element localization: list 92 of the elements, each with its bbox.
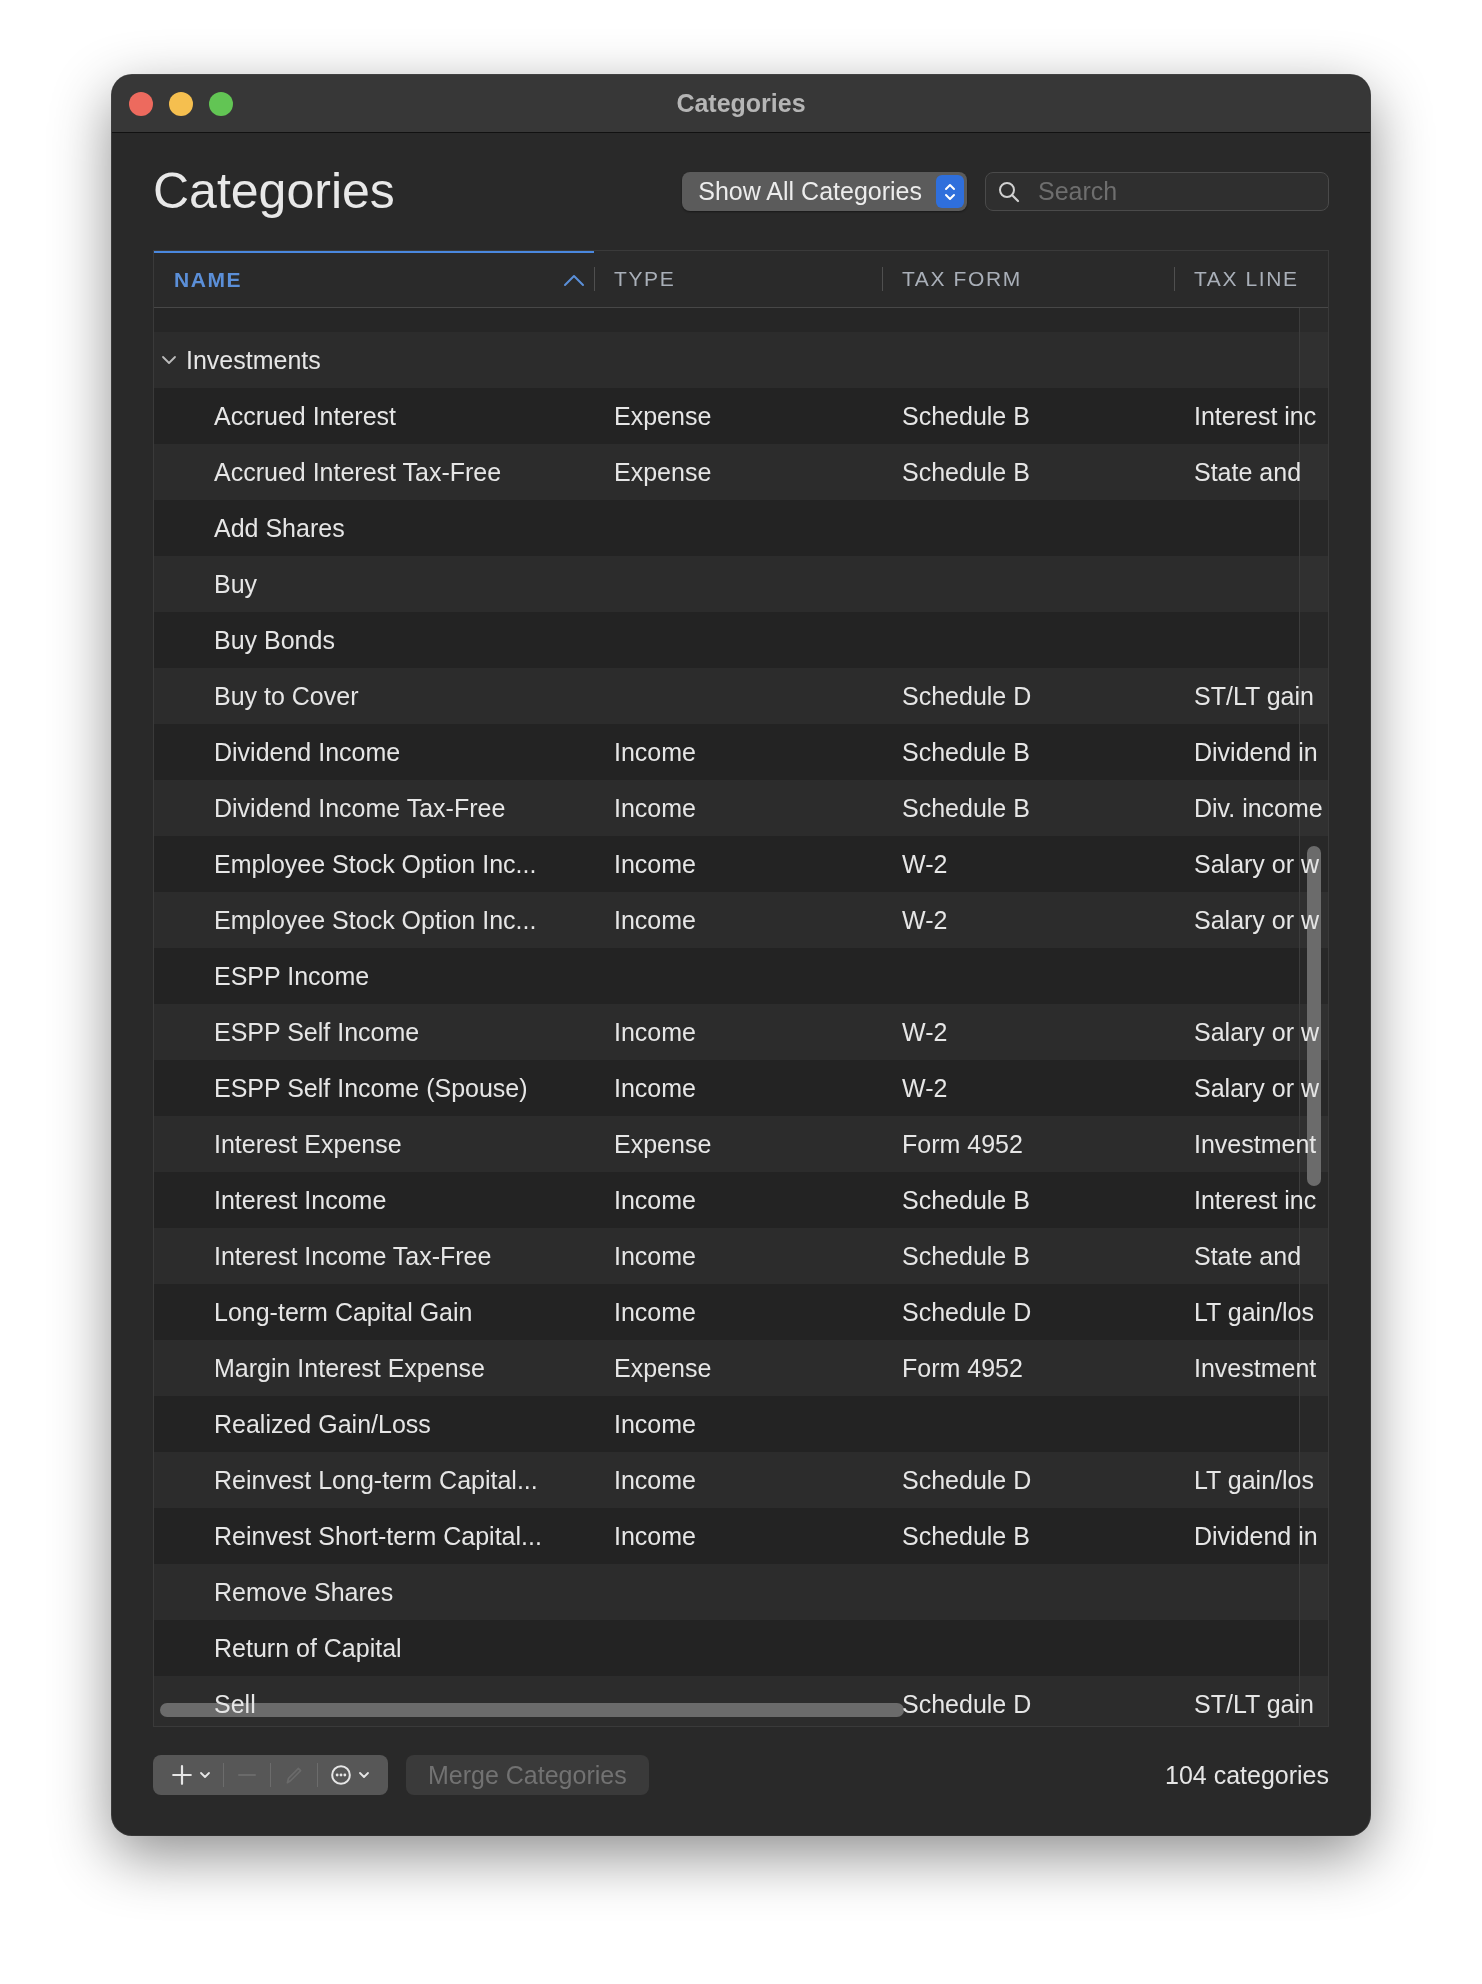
table-cell: Schedule B (902, 1241, 1030, 1271)
table-cell: LT gain/los (1194, 1297, 1314, 1327)
table-cell: Income (614, 905, 696, 935)
table-cell: Schedule B (902, 401, 1030, 431)
table-cell: Income (614, 1521, 696, 1551)
table-cell: W-2 (902, 1073, 948, 1103)
chevron-down-icon (199, 1769, 211, 1781)
category-name[interactable]: Interest Income (214, 1185, 387, 1215)
table-cell: Schedule D (902, 681, 1032, 711)
category-name[interactable]: Return of Capital (214, 1633, 402, 1663)
close-button[interactable] (129, 91, 153, 116)
sort-ascending-icon (562, 272, 586, 288)
category-name[interactable]: Accrued Interest Tax-Free (214, 457, 502, 487)
table-cell: Interest inc (1194, 1185, 1317, 1215)
window-title: Categories (676, 89, 806, 118)
minimize-button[interactable] (169, 91, 193, 116)
category-name[interactable]: Accrued Interest (214, 401, 397, 431)
table-cell: W-2 (902, 1017, 948, 1047)
category-name[interactable]: Sell (214, 1689, 256, 1719)
category-name[interactable]: Buy Bonds (214, 625, 335, 655)
table-cell: Salary or w (1194, 1017, 1320, 1047)
category-name[interactable]: Buy (214, 569, 258, 599)
table-cell: State and (1194, 1241, 1302, 1271)
table-cell: Income (614, 1073, 696, 1103)
table-cell: W-2 (902, 849, 948, 879)
group-name[interactable]: Investments (186, 345, 321, 375)
category-name[interactable]: Long-term Capital Gain (214, 1297, 473, 1327)
category-name[interactable]: ESPP Self Income (Spouse) (214, 1073, 528, 1103)
table-cell: Form 4952 (902, 1353, 1023, 1383)
search-field[interactable]: Search (985, 172, 1329, 211)
category-count: 104 categories (1165, 1760, 1329, 1790)
table-cell: Expense (614, 1353, 712, 1383)
zoom-button[interactable] (209, 91, 233, 116)
table-cell: Investment (1194, 1353, 1317, 1383)
table-cell: Salary or w (1194, 1073, 1320, 1103)
table-cell: Div. income (1194, 793, 1323, 823)
table-cell: Investment (1194, 1129, 1317, 1159)
column-header[interactable]: TAX FORM (882, 251, 1174, 307)
table-cell: Interest inc (1194, 401, 1317, 431)
table-cell: Income (614, 737, 696, 767)
table-cell: Income (614, 1017, 696, 1047)
table-cell: Expense (614, 401, 712, 431)
table-cell: Income (614, 1465, 696, 1495)
category-name[interactable]: Realized Gain/Loss (214, 1409, 431, 1439)
table-cell: Income (614, 793, 696, 823)
table-cell: W-2 (902, 905, 948, 935)
table-cell: Expense (614, 1129, 712, 1159)
table-cell: Schedule D (902, 1465, 1032, 1495)
table-cell: Schedule B (902, 1521, 1030, 1551)
table-cell: State and (1194, 457, 1302, 487)
search-icon (997, 180, 1021, 204)
category-name[interactable]: Employee Stock Option Inc... (214, 905, 537, 935)
table-cell: LT gain/los (1194, 1465, 1314, 1495)
category-name[interactable]: ESPP Self Income (214, 1017, 420, 1047)
table-cell: ST/LT gain (1194, 681, 1314, 711)
filter-popup[interactable]: Show All Categories (682, 172, 967, 211)
column-header[interactable]: TYPE (594, 251, 882, 307)
table-cell: ST/LT gain (1194, 1689, 1314, 1719)
category-name[interactable]: ESPP Income (214, 961, 370, 991)
table-cell: Income (614, 1241, 696, 1271)
table-cell: Expense (614, 457, 712, 487)
table-cell: Schedule D (902, 1297, 1032, 1327)
table-cell: Schedule B (902, 737, 1030, 767)
column-header[interactable]: TAX LINE (1174, 251, 1328, 307)
ellipsis-circle-icon (330, 1764, 352, 1786)
table-cell: Salary or w (1194, 849, 1320, 879)
page-heading: Categories (153, 161, 396, 220)
table-cell: Dividend in (1194, 737, 1318, 767)
table-cell: Schedule D (902, 1689, 1032, 1719)
category-name[interactable]: Remove Shares (214, 1577, 394, 1607)
table-cell: Income (614, 1185, 696, 1215)
category-name[interactable]: Reinvest Short-term Capital... (214, 1521, 542, 1551)
table-cell: Schedule B (902, 793, 1030, 823)
table-cell: Income (614, 849, 696, 879)
table-cell: Salary or w (1194, 905, 1320, 935)
category-name[interactable]: Buy to Cover (214, 681, 359, 711)
category-name[interactable]: Add Shares (214, 513, 345, 543)
category-name[interactable]: Interest Income Tax-Free (214, 1241, 492, 1271)
table-cell: Form 4952 (902, 1129, 1023, 1159)
category-name[interactable]: Interest Expense (214, 1129, 402, 1159)
category-name[interactable]: Reinvest Long-term Capital... (214, 1465, 538, 1495)
chevron-down-icon (358, 1769, 370, 1781)
table-cell: Income (614, 1297, 696, 1327)
plus-icon (171, 1764, 193, 1786)
table-cell: Schedule B (902, 1185, 1030, 1215)
table-cell: Income (614, 1409, 696, 1439)
category-name[interactable]: Employee Stock Option Inc... (214, 849, 537, 879)
category-name[interactable]: Margin Interest Expense (214, 1353, 485, 1383)
table-cell: Dividend in (1194, 1521, 1318, 1551)
category-name[interactable]: Dividend Income (214, 737, 401, 767)
category-name[interactable]: Dividend Income Tax-Free (214, 793, 506, 823)
table-cell: Schedule B (902, 457, 1030, 487)
